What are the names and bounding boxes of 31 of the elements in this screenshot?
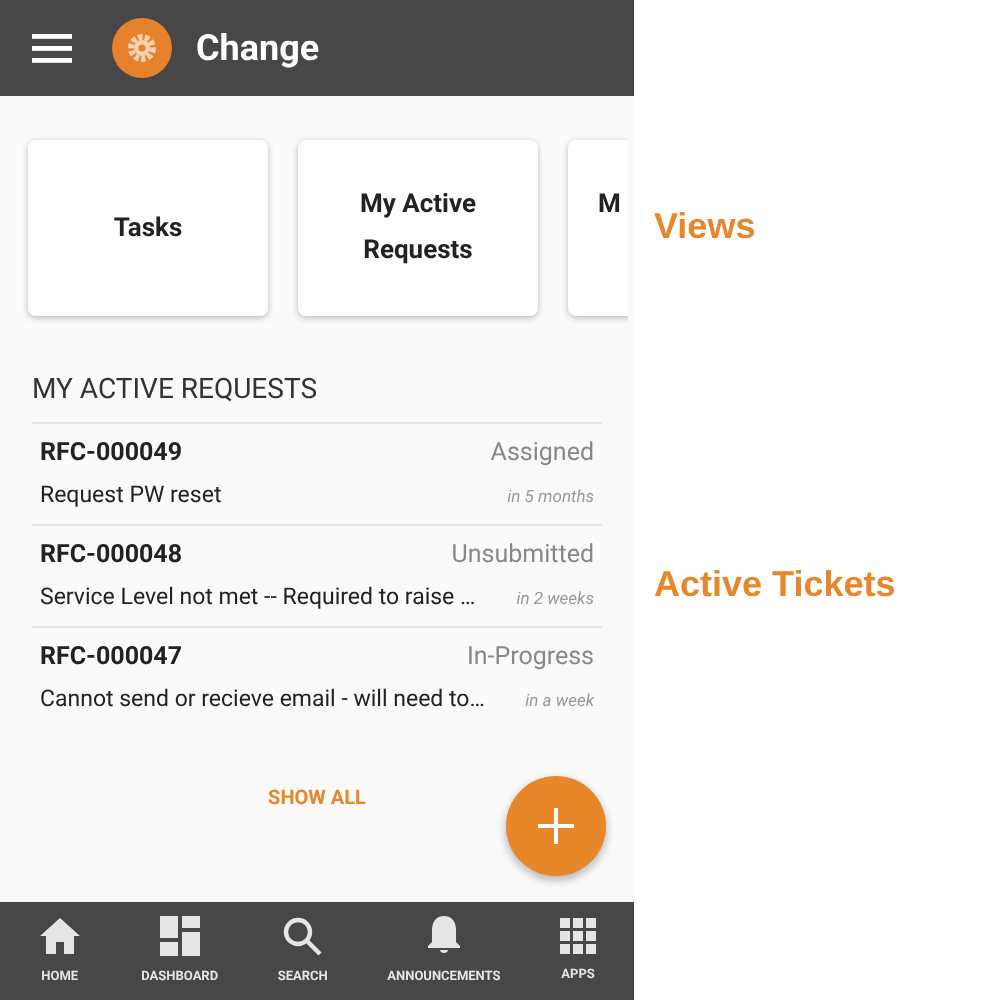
add-fab[interactable] [506, 776, 606, 876]
home-icon [37, 915, 82, 956]
request-due: in 2 weeks [516, 587, 594, 613]
view-card[interactable]: Tasks [28, 140, 268, 316]
annotation-label: Views [654, 204, 758, 250]
request-row[interactable]: RFC-000048 Unsubmitted Service Level not met -- Required to raise … in 2 weeks [32, 526, 602, 628]
menu-icon[interactable] [32, 32, 72, 64]
bell-icon [425, 914, 462, 957]
request-status: In-Progress [466, 640, 594, 676]
request-summary: Service Level not met -- Required to raise … [40, 579, 476, 614]
request-summary: Cannot send or recieve email - will need to… [40, 681, 485, 716]
request-row[interactable]: RFC-000049 Assigned Request PW reset in 5 months [32, 424, 602, 526]
request-status: Assigned [490, 436, 594, 472]
annotation-label: Active Tickets [654, 562, 898, 608]
view-card[interactable]: M [568, 140, 628, 316]
request-id: RFC-000048 [40, 538, 183, 574]
request-summary: Request PW reset [40, 477, 222, 512]
apps-icon [560, 917, 597, 954]
request-row[interactable]: RFC-000047 In-Progress Cannot send or recieve email - will need to… in a week [32, 628, 602, 728]
request-id: RFC-000047 [40, 640, 183, 676]
gear-logo-icon [112, 18, 172, 78]
request-due: in 5 months [507, 485, 594, 511]
plus-icon [538, 808, 574, 844]
section-title: MY ACTIVE REQUESTS [32, 370, 602, 424]
request-due: in a week [525, 689, 594, 715]
view-card[interactable]: My Active Requests [298, 140, 538, 316]
search-icon [282, 915, 323, 956]
app-title: Change [196, 25, 320, 73]
request-status: Unsubmitted [451, 538, 594, 574]
request-id: RFC-000049 [40, 436, 183, 472]
dashboard-icon [159, 915, 200, 956]
